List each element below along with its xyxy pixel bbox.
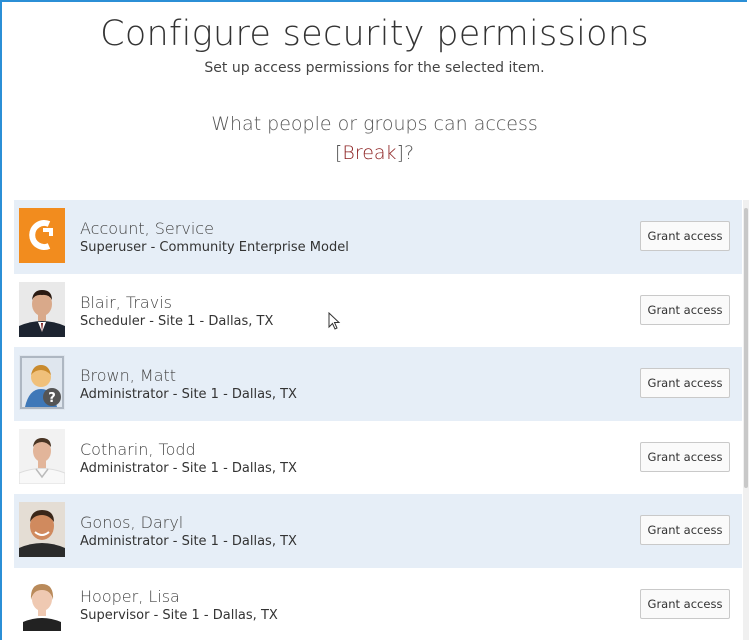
- user-role: Supervisor - Site 1 - Dallas, TX: [80, 607, 278, 623]
- access-question: What people or groups can access [Break]…: [0, 110, 749, 168]
- user-list: Account, Service Superuser - Community E…: [14, 200, 742, 640]
- user-name: Cotharin, Todd: [80, 439, 196, 459]
- access-question-text: What people or groups can access: [211, 113, 538, 135]
- access-question-item: [Break]?: [0, 139, 749, 168]
- user-photo: [19, 428, 65, 484]
- user-role: Superuser - Community Enterprise Model: [80, 240, 349, 255]
- user-name: Hooper, Lisa: [80, 586, 180, 606]
- user-name: Brown, Matt: [80, 366, 177, 385]
- bracket-close: ]?: [396, 142, 415, 164]
- user-name: Blair, Travis: [80, 292, 172, 312]
- user-photo: [19, 502, 65, 557]
- user-role: Administrator - Site 1 - Dallas, TX: [80, 534, 297, 549]
- user-name: Gonos, Daryl: [80, 513, 184, 532]
- user-photo: [19, 575, 65, 631]
- user-name: Account, Service: [80, 219, 214, 238]
- svg-text:?: ?: [48, 391, 56, 406]
- grant-access-button[interactable]: Grant access: [640, 441, 730, 472]
- user-row: Gonos, Daryl Administrator - Site 1 - Da…: [14, 494, 742, 568]
- page-title: Configure security permissions: [100, 14, 649, 54]
- unknown-user-icon: ?: [19, 355, 65, 410]
- scrollbar-thumb[interactable]: [744, 208, 748, 488]
- user-row: Blair, Travis Scheduler - Site 1 - Dalla…: [14, 274, 742, 348]
- user-row: Hooper, Lisa Supervisor - Site 1 - Dalla…: [14, 568, 742, 640]
- page-subtitle: Set up access permissions for the select…: [204, 60, 545, 76]
- grant-access-button[interactable]: Grant access: [640, 221, 730, 251]
- grant-access-button[interactable]: Grant access: [640, 515, 730, 545]
- item-name: Break: [342, 142, 397, 164]
- service-logo-icon: [19, 208, 65, 263]
- mouse-cursor-icon: [328, 311, 342, 332]
- user-row: Account, Service Superuser - Community E…: [14, 200, 742, 274]
- user-role: Scheduler - Site 1 - Dallas, TX: [80, 313, 274, 329]
- user-photo: [19, 281, 65, 337]
- list-scrollbar[interactable]: [743, 200, 749, 640]
- user-role: Administrator - Site 1 - Dallas, TX: [80, 387, 297, 402]
- user-row: ? Brown, Matt Administrator - Site 1 - D…: [14, 347, 742, 421]
- user-row: Cotharin, Todd Administrator - Site 1 - …: [14, 421, 742, 495]
- grant-access-button[interactable]: Grant access: [640, 294, 730, 325]
- user-role: Administrator - Site 1 - Dallas, TX: [80, 460, 297, 476]
- grant-access-button[interactable]: Grant access: [640, 588, 730, 619]
- grant-access-button[interactable]: Grant access: [640, 368, 730, 398]
